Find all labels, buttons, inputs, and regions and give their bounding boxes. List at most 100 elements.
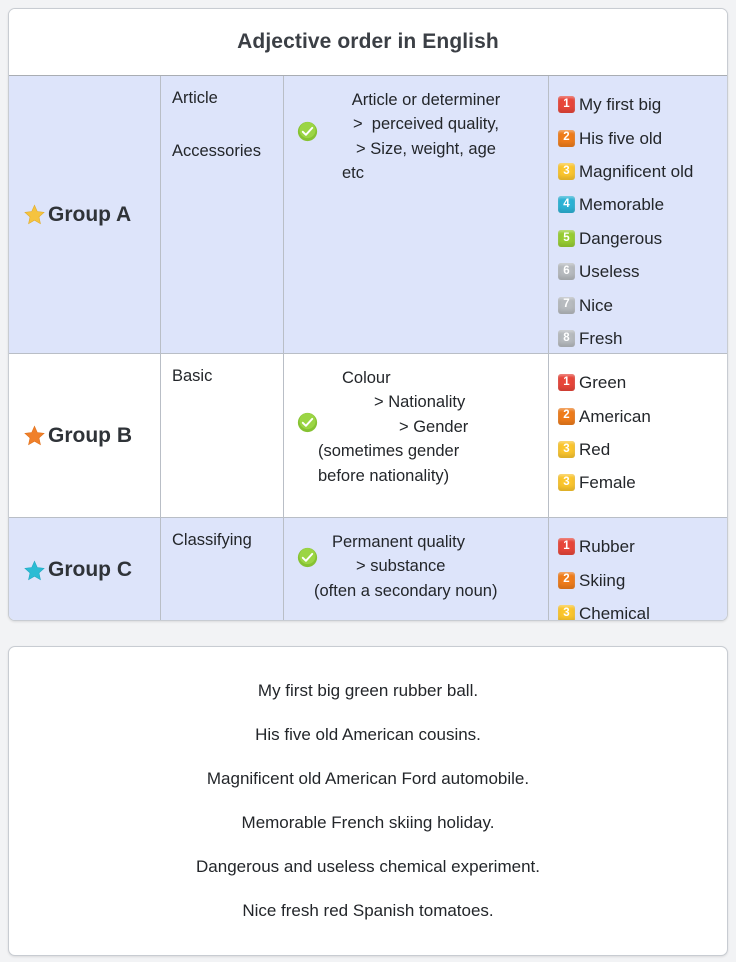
number-badge: 1 [558, 538, 575, 556]
examples-list-cell: 1 My first big 2 His five old 3 Magnific… [549, 76, 727, 353]
rule-line: Article or determiner [351, 91, 501, 109]
number-badge: 1 [558, 96, 575, 114]
group-cell: Group A [9, 76, 161, 353]
group-cell: Group B [9, 354, 161, 517]
table-row: Group A Article Accessories Article or d… [9, 76, 727, 354]
table-row: Group C Classifying Permanent quality > … [9, 518, 727, 621]
list-item-label: My first big [579, 95, 662, 115]
list-item-label: Useless [579, 262, 640, 282]
rule-line: > perceived quality, [353, 115, 499, 134]
kind-text: Basic [172, 367, 213, 385]
list-item-label: American [579, 406, 651, 426]
number-badge: 2 [558, 129, 575, 147]
examples-list-cell: 1 Green 2 American 3 Red 3 Female [549, 354, 727, 517]
number-badge: 2 [558, 407, 575, 425]
number-badge: 3 [558, 604, 575, 620]
rule-text-block: Article or determiner > perceived qualit… [292, 88, 540, 186]
list-item-label: His five old [579, 128, 663, 148]
examples-list-cell: 1 Rubber 2 Skiing 3 Chemical [549, 518, 727, 621]
table-body: Group A Article Accessories Article or d… [9, 76, 727, 621]
star-icon [24, 559, 45, 580]
rule-line: (sometimes gender [318, 442, 460, 461]
list-item: 3 Magnificent old [558, 155, 727, 188]
list-item: 1 Green [558, 366, 727, 399]
group-label-wrap: Group A [23, 203, 131, 227]
rule-line: > Size, weight, age [356, 139, 496, 158]
list-item: 1 My first big [558, 88, 727, 121]
list-item: 2 American [558, 399, 727, 432]
example-sentence: Nice fresh red Spanish tomatoes. [242, 900, 494, 920]
list-item: 1 Rubber [558, 530, 727, 563]
kind-text: Classifying [172, 531, 252, 549]
example-sentence: Dangerous and useless chemical experimen… [196, 856, 540, 876]
list-item-label: Dangerous [579, 228, 663, 248]
number-badge: 7 [558, 296, 575, 314]
number-badge: 3 [558, 440, 575, 458]
group-label-wrap: Group C [23, 558, 132, 582]
example-sentence: My first big green rubber ball. [257, 680, 479, 700]
table-row: Group B Basic Colour > Nationality > Gen… [9, 354, 727, 518]
list-item: 7 Nice [558, 288, 727, 321]
list-item-label: Red [579, 439, 611, 459]
num-list: 1 Rubber 2 Skiing 3 Chemical [558, 530, 727, 621]
list-item-label: Fresh [579, 328, 623, 348]
num-list: 1 My first big 2 His five old 3 Magnific… [558, 88, 727, 355]
rule-line: > Nationality [374, 393, 466, 412]
list-item: 3 Female [558, 466, 727, 499]
rule-cell: Permanent quality > substance (often a s… [284, 518, 549, 620]
rule-line: Colour [342, 369, 391, 387]
list-item: 8 Fresh [558, 322, 727, 355]
list-item-label: Memorable [579, 195, 665, 215]
group-label-text: Group A [48, 202, 132, 226]
list-item: 5 Dangerous [558, 222, 727, 255]
list-item-label: Rubber [579, 537, 635, 557]
kind-text: Accessories [172, 141, 261, 160]
rule-line: etc [342, 164, 365, 183]
number-badge: 5 [558, 229, 575, 247]
number-badge: 1 [558, 374, 575, 392]
adjective-order-table: Adjective order in English Group A Artic… [8, 8, 728, 621]
list-item: 2 Skiing [558, 563, 727, 596]
example-sentence: Magnificent old American Ford automobile… [206, 768, 530, 788]
examples-panel: My first big green rubber ball. His five… [8, 646, 728, 956]
star-icon [24, 425, 45, 446]
rule-line: before nationality) [318, 466, 450, 485]
list-item: 6 Useless [558, 255, 727, 288]
star-icon [24, 204, 45, 225]
list-item-label: Skiing [579, 570, 626, 590]
check-circle-icon [297, 412, 318, 433]
number-badge: 2 [558, 571, 575, 589]
rule-line: (often a secondary noun) [314, 581, 498, 600]
number-badge: 3 [558, 474, 575, 492]
number-badge: 6 [558, 263, 575, 281]
example-sentence: His five old American cousins. [255, 724, 481, 744]
kind-cell: Article Accessories [161, 76, 284, 353]
list-item-label: Green [579, 373, 627, 393]
group-label-text: Group B [48, 423, 132, 447]
page-title: Adjective order in English [9, 9, 727, 76]
page-root: Adjective order in English Group A Artic… [0, 0, 736, 962]
rule-cell: Colour > Nationality > Gender (sometimes… [284, 354, 549, 517]
list-item: 4 Memorable [558, 188, 727, 221]
number-badge: 4 [558, 196, 575, 214]
rule-cell: Article or determiner > perceived qualit… [284, 76, 549, 353]
list-item: 2 His five old [558, 121, 727, 154]
rule-line: > Gender [399, 417, 469, 436]
list-item: 3 Chemical [558, 597, 727, 621]
list-item-label: Nice [579, 295, 614, 315]
group-cell: Group C [9, 518, 161, 620]
list-item-label: Magnificent old [579, 161, 694, 181]
kind-text: Article [172, 89, 218, 107]
rule-line: Permanent quality [332, 533, 465, 551]
group-label-wrap: Group B [23, 424, 132, 448]
list-item: 3 Red [558, 433, 727, 466]
rule-text-block: Permanent quality > substance (often a s… [292, 530, 540, 603]
group-label-text: Group C [48, 558, 132, 581]
rule-text-block: Colour > Nationality > Gender (sometimes… [292, 366, 540, 488]
example-sentence: Memorable French skiing holiday. [241, 812, 495, 832]
list-item-label: Chemical [579, 603, 650, 621]
kind-cell: Basic [161, 354, 284, 517]
num-list: 1 Green 2 American 3 Red 3 Female [558, 366, 727, 500]
number-badge: 8 [558, 329, 575, 347]
number-badge: 3 [558, 162, 575, 180]
